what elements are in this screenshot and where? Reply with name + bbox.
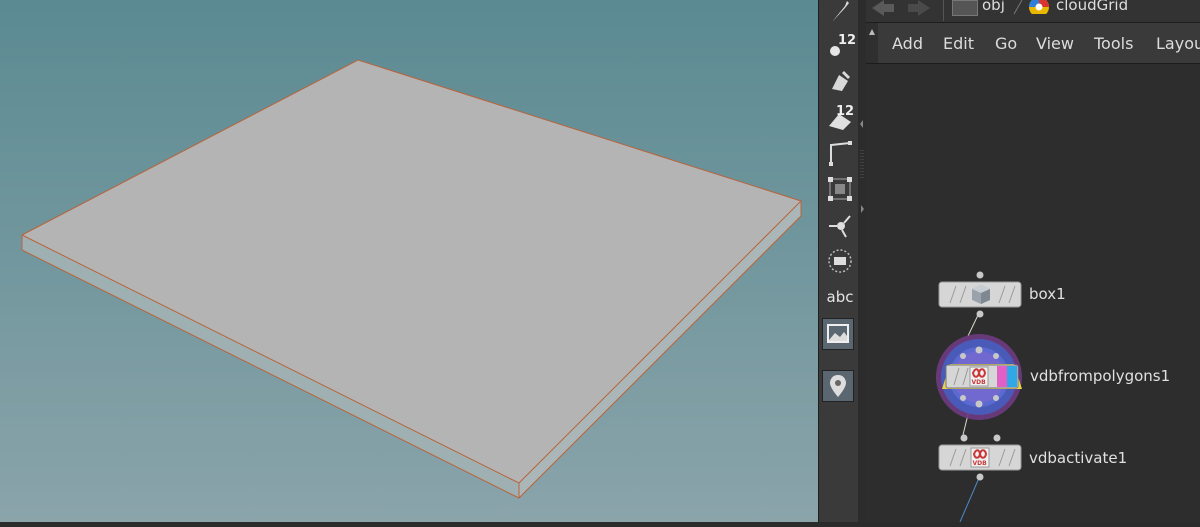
node-vdbactivate1[interactable]: VDB	[938, 434, 1022, 481]
menu-view[interactable]: View	[1036, 34, 1074, 53]
primitive-number-icon[interactable]: 12	[823, 100, 857, 134]
menu-bar: Add Edit Go View Tools Layou	[866, 23, 1200, 64]
handle-tool-icon[interactable]	[823, 208, 857, 242]
menu-add[interactable]: Add	[892, 34, 923, 53]
edge-tool-icon[interactable]	[823, 136, 857, 170]
point-number-badge: 12	[838, 33, 855, 48]
text-tool-icon[interactable]: abc	[823, 280, 857, 314]
menu-tools[interactable]: Tools	[1094, 34, 1133, 53]
back-arrow-icon[interactable]	[872, 0, 894, 16]
select-tool-icon[interactable]	[823, 0, 857, 28]
primitive-number-badge: 12	[836, 104, 854, 119]
background-image-icon[interactable]	[822, 318, 854, 350]
box-node-icon	[972, 285, 990, 304]
node-label-vdbactivate1[interactable]: vdbactivate1	[1029, 449, 1127, 467]
viewport-toolbar: 12 12 abc	[818, 0, 860, 522]
network-canvas[interactable]: VDB VDB box1 vdbfrompolygons1 vdbactivat…	[866, 64, 1200, 522]
snap-grid-icon[interactable]	[823, 172, 857, 206]
path-obj[interactable]: obj	[982, 0, 1005, 14]
point-number-icon[interactable]: 12	[823, 28, 857, 62]
menu-edit[interactable]: Edit	[943, 34, 974, 53]
obj-context-icon	[952, 0, 978, 16]
pin-icon[interactable]	[822, 370, 854, 402]
node-box1[interactable]	[938, 271, 1022, 318]
text-tool-label: abc	[826, 288, 854, 306]
vdb-node-icon: VDB	[969, 366, 989, 387]
scene-viewport[interactable]	[0, 0, 818, 522]
geo-node-icon	[1029, 0, 1049, 14]
menu-collapse-icon[interactable]	[866, 23, 880, 63]
wire-activate-out	[959, 477, 980, 522]
wire-box-to-vdb	[967, 312, 980, 337]
menu-layout[interactable]: Layou	[1156, 34, 1200, 53]
vdb-node-icon: VDB	[970, 447, 990, 468]
display-option-icon[interactable]	[823, 244, 857, 278]
paint-icon[interactable]	[823, 64, 857, 98]
network-editor: obj cloudGrid Add Edit Go View Tools Lay…	[866, 0, 1200, 522]
vdb-badge-text: VDB	[973, 460, 988, 467]
forward-arrow-icon[interactable]	[908, 0, 930, 16]
node-label-vdbfrompolygons1[interactable]: vdbfrompolygons1	[1030, 367, 1170, 385]
path-node[interactable]: cloudGrid	[1056, 0, 1128, 14]
node-label-box1[interactable]: box1	[1029, 285, 1066, 303]
node-vdbfrompolygons1[interactable]: VDB	[936, 334, 1022, 420]
menu-go[interactable]: Go	[995, 34, 1017, 53]
vdb-badge-text: VDB	[972, 379, 987, 386]
path-bar: obj cloudGrid	[866, 0, 1200, 23]
nav-arrows	[872, 0, 930, 16]
